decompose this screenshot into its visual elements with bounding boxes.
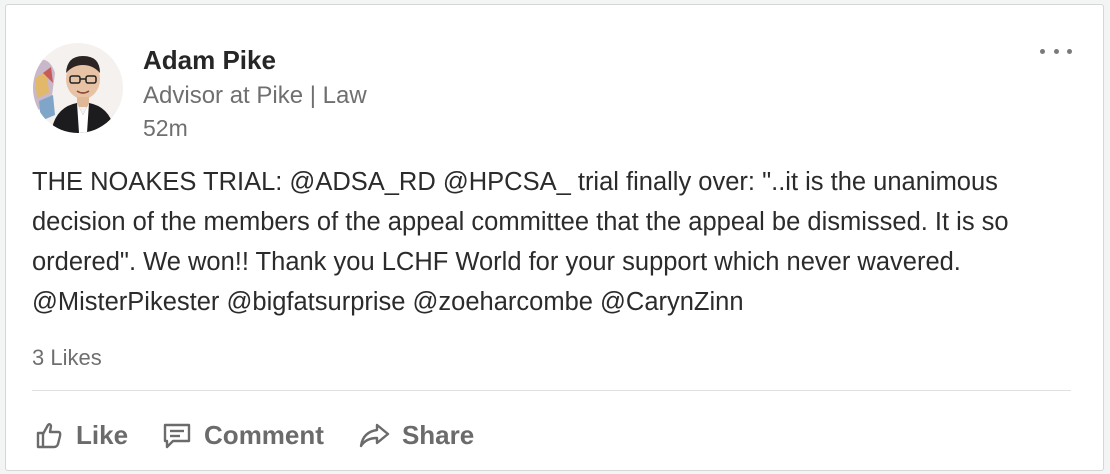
more-options-button[interactable] [1040, 41, 1072, 61]
ellipsis-icon [1040, 48, 1045, 54]
share-arrow-icon [359, 423, 390, 448]
ellipsis-icon [1053, 48, 1059, 54]
action-bar: Like Comment Share [34, 415, 508, 455]
divider [32, 390, 1071, 391]
post-timestamp: 52m [143, 115, 188, 141]
author-name[interactable]: Adam Pike [143, 43, 276, 77]
comment-button[interactable]: Comment [162, 415, 324, 455]
thumbs-up-icon [36, 423, 62, 449]
share-label: Share [401, 420, 475, 450]
post-text: THE NOAKES TRIAL: @ADSA_RD @HPCSA_ trial… [32, 168, 1009, 316]
like-label: Like [76, 420, 129, 450]
comment-label: Comment [204, 420, 324, 450]
share-button[interactable]: Share [358, 415, 474, 455]
like-button[interactable]: Like [34, 415, 128, 455]
author-avatar[interactable] [33, 43, 123, 133]
likes-count[interactable]: 3 Likes [32, 343, 102, 373]
avatar-photo-icon [33, 43, 123, 133]
post-card: Adam Pike Advisor at Pike | Law 52m THE … [5, 4, 1104, 471]
author-headline: Advisor at Pike | Law [143, 82, 367, 109]
comment-icon [163, 423, 191, 449]
ellipsis-icon [1067, 48, 1072, 54]
